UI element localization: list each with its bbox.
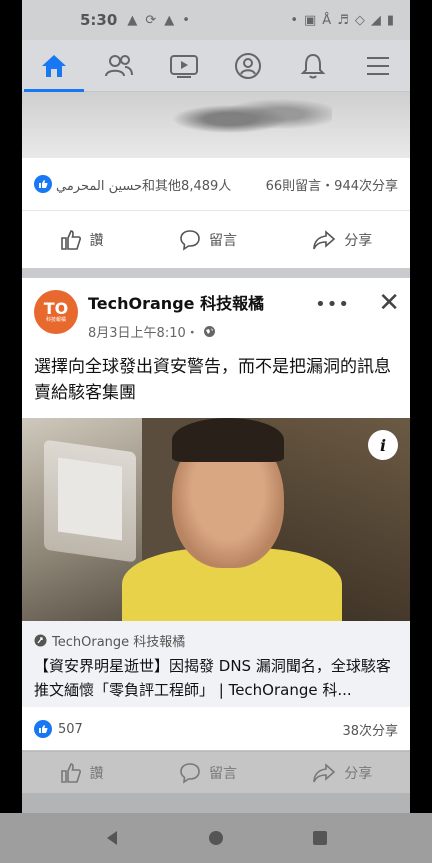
recents-square-icon: [313, 831, 327, 845]
globe-icon: [203, 326, 215, 337]
like-reaction-icon: [34, 175, 52, 193]
nav-notifications[interactable]: [283, 40, 343, 92]
post-time[interactable]: 8月3日上午8:10・: [88, 322, 199, 341]
image-artwork: [162, 94, 332, 144]
post-header: TO 科技報橘 TechOrange 科技報橘 8月3日上午8:10・ ••• …: [22, 278, 410, 348]
post-time-row: 8月3日上午8:10・: [88, 322, 264, 341]
prev-post-stats: حسين المحرمي和其他8,489人 66則留言・944次分享: [22, 158, 410, 210]
status-time: 5:30: [80, 11, 118, 29]
mute-icon: ♬: [337, 12, 349, 28]
link-preview[interactable]: TechOrange 科技報橘 【資安界明星逝世】因揭發 DNS 漏洞聞名，全球…: [22, 621, 410, 707]
bell-icon: [300, 53, 326, 78]
home-circle-icon: [209, 831, 223, 845]
recents-button[interactable]: [307, 825, 333, 851]
thumbs-up-icon: [60, 229, 81, 250]
share-label: 分享: [344, 232, 373, 249]
comments-shares-summary[interactable]: 66則留言・944次分享: [266, 175, 398, 194]
like-reaction-icon: [34, 720, 52, 738]
post-card: TO 科技報橘 TechOrange 科技報橘 8月3日上午8:10・ ••• …: [22, 278, 410, 793]
sync-icon: ⟳: [145, 12, 157, 28]
back-triangle-icon: [107, 831, 117, 845]
avatar-logo-subtext: 科技報橘: [45, 316, 66, 323]
status-bar: 5:30 ▲ ⟳ ▲ • • ▣ Å ♬ ◇ ◢ ▮: [22, 0, 410, 40]
system-nav-bar: [0, 813, 432, 863]
nav-watch[interactable]: [154, 40, 214, 92]
post-stats: 507 38次分享: [22, 707, 410, 751]
feed[interactable]: حسين المحرمي和其他8,489人 66則留言・944次分享 讚 留言 …: [22, 92, 410, 793]
avatar[interactable]: TO 科技報橘: [34, 290, 78, 334]
link-source-icon: [34, 634, 47, 647]
nav-home[interactable]: [24, 40, 85, 92]
dot-icon: •: [290, 12, 298, 28]
signal-icon: ◢: [370, 12, 381, 28]
comment-button[interactable]: 留言: [179, 229, 237, 251]
bluetooth-icon: Å: [322, 12, 332, 28]
avatar-logo-text: TO: [43, 298, 69, 318]
nav-friends[interactable]: [89, 40, 149, 92]
prev-post-actions: 讚 留言 分享: [22, 210, 410, 268]
friends-icon: [104, 54, 133, 76]
hamburger-icon: [366, 56, 389, 75]
like-label: 讚: [89, 232, 104, 249]
status-right-icons: • ▣ Å ♬ ◇ ◢ ▮: [290, 13, 394, 28]
top-nav: [22, 40, 410, 92]
screen: 5:30 ▲ ⟳ ▲ • • ▣ Å ♬ ◇ ◢ ▮ حسين المحرمي和…: [0, 0, 432, 863]
back-button[interactable]: [99, 825, 125, 851]
comment-icon: [180, 229, 200, 251]
post-author[interactable]: TechOrange 科技報橘: [88, 290, 264, 314]
post-text: 選擇向全球發出資安警告，而不是把漏洞的訊息賣給駭客集團: [34, 357, 391, 403]
home-icon: [42, 54, 67, 77]
shares-count[interactable]: 38次分享: [342, 720, 398, 739]
comment-label: 留言: [208, 232, 237, 249]
link-source: TechOrange 科技報橘: [52, 635, 186, 650]
watch-icon: [169, 54, 198, 78]
link-preview-image[interactable]: i: [22, 418, 410, 621]
nav-menu[interactable]: [348, 40, 408, 92]
profile-icon: [235, 52, 262, 79]
share-icon: [313, 229, 336, 249]
android-icon: ▲: [127, 12, 138, 28]
dot-icon: •: [182, 12, 190, 28]
share-button[interactable]: 分享: [312, 229, 372, 251]
post-separator: [22, 268, 410, 278]
android-icon: ▲: [164, 12, 175, 28]
more-options-icon[interactable]: •••: [315, 294, 350, 315]
link-title[interactable]: 【資安界明星逝世】因揭發 DNS 漏洞聞名，全球駭客推文緬懷「零負評工程師」 |…: [34, 654, 398, 702]
reactions-summary[interactable]: حسين المحرمي和其他8,489人: [56, 175, 231, 194]
likes-count[interactable]: 507: [58, 722, 83, 737]
cast-icon: ▣: [303, 12, 317, 28]
wifi-icon: ◇: [354, 12, 365, 28]
image-monitor-screen: [58, 457, 122, 541]
image-hair: [172, 418, 284, 462]
home-button[interactable]: [203, 825, 229, 851]
prev-post-image[interactable]: [22, 92, 410, 158]
link-source-row: TechOrange 科技報橘: [34, 631, 398, 650]
close-icon[interactable]: ✕: [378, 288, 400, 318]
bottom-shade: [22, 750, 410, 813]
prev-post-card: حسين المحرمي和其他8,489人 66則留言・944次分享 讚 留言 …: [22, 92, 410, 268]
app-frame: 5:30 ▲ ⟳ ▲ • • ▣ Å ♬ ◇ ◢ ▮ حسين المحرمي和…: [22, 0, 410, 863]
battery-icon: ▮: [386, 12, 394, 28]
nav-profile[interactable]: [218, 40, 278, 92]
info-icon[interactable]: i: [368, 430, 398, 460]
like-button[interactable]: 讚: [60, 229, 104, 251]
post-meta: TechOrange 科技報橘 8月3日上午8:10・: [88, 290, 264, 341]
status-left-icons: ▲ ⟳ ▲ •: [127, 13, 190, 28]
